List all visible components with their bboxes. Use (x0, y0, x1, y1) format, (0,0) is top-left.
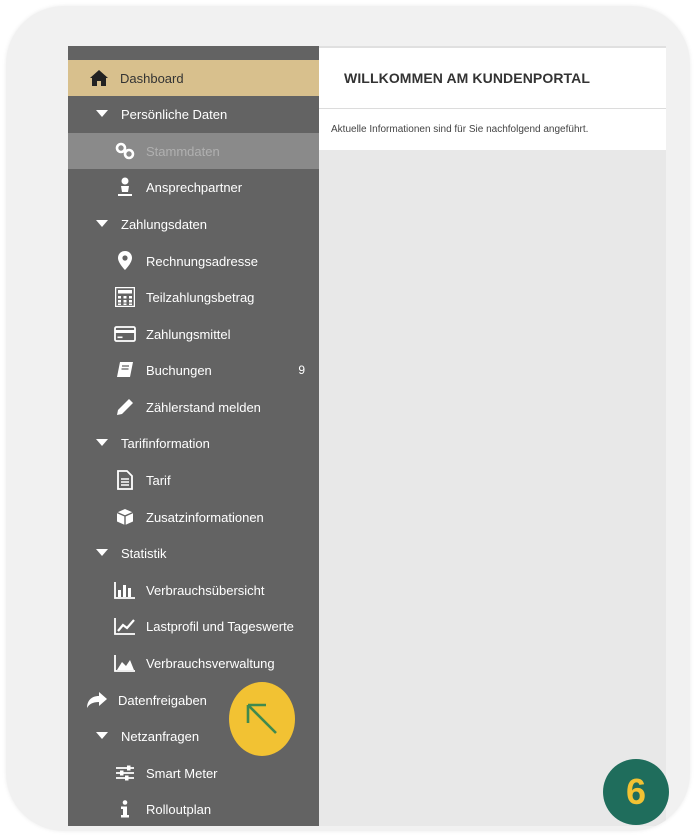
sidebar-item-label: Tarif (146, 472, 171, 488)
caret-down-icon (95, 220, 109, 228)
sidebar-item-label: Dashboard (120, 70, 184, 86)
document-icon (112, 470, 138, 490)
share-arrow-icon (84, 691, 110, 709)
credit-card-icon (112, 326, 138, 342)
sidebar-item-label: Tarifinformation (121, 435, 210, 451)
sidebar-section-tarifinformation[interactable]: Tarifinformation (68, 425, 319, 461)
sidebar-item-tarif[interactable]: Tarif (68, 462, 319, 498)
sidebar-item-buchungen[interactable]: Buchungen 9 (68, 352, 319, 388)
caret-down-icon (95, 732, 109, 740)
sidebar-item-rechnungsadresse[interactable]: Rechnungsadresse (68, 243, 319, 279)
info-icon (112, 800, 138, 818)
line-chart-icon (112, 617, 138, 635)
cube-icon (112, 508, 138, 526)
book-icon (112, 361, 138, 379)
area-chart-icon (112, 654, 138, 672)
sidebar-item-label: Buchungen (146, 362, 212, 378)
step-number-badge: 6 (603, 759, 669, 825)
calculator-icon (112, 287, 138, 307)
link-icon (112, 142, 138, 160)
sidebar-item-label: Teilzahlungsbetrag (146, 289, 255, 305)
sidebar-item-stammdaten[interactable]: Stammdaten (68, 133, 319, 169)
sidebar-item-label: Persönliche Daten (121, 106, 228, 122)
sidebar-item-label: Datenfreigaben (118, 692, 207, 708)
sidebar-item-zaehlerstand-melden[interactable]: Zählerstand melden (68, 389, 319, 425)
sidebar-section-statistik[interactable]: Statistik (68, 535, 319, 571)
info-bar: Aktuelle Informationen sind für Sie nach… (319, 108, 666, 150)
sidebar-item-zusatzinformationen[interactable]: Zusatzinformationen (68, 499, 319, 535)
arrow-up-left-icon (246, 703, 277, 734)
person-icon (112, 177, 138, 197)
bookings-count-badge: 9 (298, 363, 305, 377)
home-icon (86, 69, 112, 87)
info-text: Aktuelle Informationen sind für Sie nach… (331, 124, 589, 135)
portal-screen: Dashboard Persönliche Daten Stammdaten A… (68, 46, 666, 826)
sidebar-item-zahlungsmittel[interactable]: Zahlungsmittel (68, 316, 319, 352)
caret-down-icon (95, 110, 109, 118)
caret-down-icon (95, 439, 109, 447)
sidebar-item-verbrauchsuebersicht[interactable]: Verbrauchsübersicht (68, 572, 319, 608)
sidebar-item-dashboard[interactable]: Dashboard (68, 60, 319, 96)
sidebar-section-persoenliche-daten[interactable]: Persönliche Daten (68, 96, 319, 132)
sidebar-item-verbrauchsverwaltung[interactable]: Verbrauchsverwaltung (68, 645, 319, 681)
content-area (319, 150, 666, 826)
sidebar-item-label: Verbrauchsübersicht (146, 582, 265, 598)
welcome-header: WILLKOMMEN AM KUNDENPORTAL (319, 46, 666, 108)
sidebar-item-label: Verbrauchsverwaltung (146, 655, 275, 671)
map-marker-icon (112, 251, 138, 271)
pencil-icon (112, 398, 138, 416)
sidebar-item-label: Smart Meter (146, 765, 218, 781)
sidebar-item-label: Zählerstand melden (146, 399, 261, 415)
sidebar-item-label: Ansprechpartner (146, 179, 243, 195)
sidebar-item-ansprechpartner[interactable]: Ansprechpartner (68, 169, 319, 205)
sidebar-item-label: Zahlungsmittel (146, 326, 231, 342)
sliders-icon (112, 765, 138, 781)
tutorial-card: Dashboard Persönliche Daten Stammdaten A… (6, 6, 690, 831)
sidebar-item-teilzahlungsbetrag[interactable]: Teilzahlungsbetrag (68, 279, 319, 315)
sidebar-section-zahlungsdaten[interactable]: Zahlungsdaten (68, 206, 319, 242)
page-title: WILLKOMMEN AM KUNDENPORTAL (344, 70, 591, 86)
sidebar-item-rolloutplan[interactable]: Rolloutplan (68, 791, 319, 826)
sidebar-item-label: Rechnungsadresse (146, 253, 259, 269)
sidebar-item-label: Zusatzinformationen (146, 509, 264, 525)
sidebar-item-label: Stammdaten (146, 143, 220, 159)
sidebar-item-label: Zahlungsdaten (121, 216, 208, 232)
sidebar-item-smart-meter[interactable]: Smart Meter (68, 755, 319, 791)
pointer-highlight (229, 682, 295, 756)
bar-chart-icon (112, 581, 138, 599)
sidebar-item-label: Statistik (121, 545, 167, 561)
sidebar-item-label: Rolloutplan (146, 801, 212, 817)
sidebar-item-label: Netzanfragen (121, 728, 200, 744)
sidebar-item-label: Lastprofil und Tageswerte (146, 618, 294, 634)
sidebar-item-lastprofil-und-tageswerte[interactable]: Lastprofil und Tageswerte (68, 608, 319, 644)
caret-down-icon (95, 549, 109, 557)
